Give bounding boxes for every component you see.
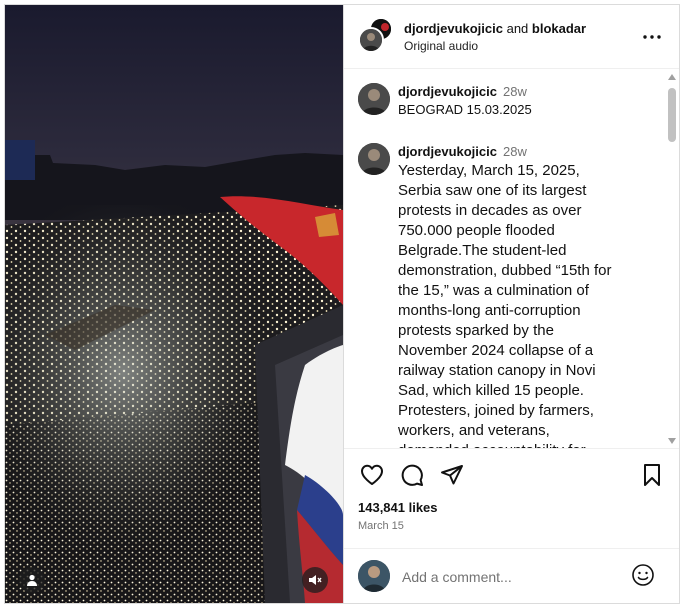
- current-user-avatar[interactable]: [358, 560, 390, 592]
- heart-icon: [360, 464, 384, 491]
- post-date[interactable]: March 15: [358, 520, 404, 532]
- comment-avatar[interactable]: [358, 143, 390, 175]
- comment-text: BEOGRAD 15.03.2025: [398, 102, 532, 117]
- user-tag-icon: [25, 573, 39, 587]
- author-link-1[interactable]: djordjevukojicic: [404, 21, 503, 36]
- comment-body: djordjevukojicic 28w Yesterday, March 15,…: [398, 143, 626, 448]
- comment-bubble-icon: [400, 463, 424, 492]
- comment-text: Yesterday, March 15, 2025, Serbia saw on…: [398, 162, 612, 448]
- like-button[interactable]: [358, 463, 386, 491]
- comment-item: djordjevukojicic 28w Yesterday, March 15,…: [358, 143, 658, 448]
- comment-timestamp[interactable]: 28w: [503, 144, 527, 159]
- collab-avatars[interactable]: [358, 17, 394, 53]
- comment-item: djordjevukojicic 28w BEOGRAD 15.03.2025: [358, 83, 658, 123]
- comment-username[interactable]: djordjevukojicic: [398, 84, 497, 99]
- comment-meta: djordjevukojicic 28w: [398, 143, 626, 161]
- post-dialog: djordjevukojicic and blokadar Original a…: [4, 4, 680, 604]
- author-link-2[interactable]: blokadar: [532, 21, 586, 36]
- speaker-muted-icon: [308, 573, 322, 587]
- audio-link[interactable]: Original audio: [404, 39, 478, 53]
- bookmark-icon: [642, 463, 662, 492]
- comment-body: djordjevukojicic 28w BEOGRAD 15.03.2025: [398, 83, 626, 119]
- more-options-button[interactable]: [640, 27, 664, 43]
- paper-plane-icon: [440, 463, 464, 492]
- post-authors: djordjevukojicic and blokadar: [404, 21, 586, 36]
- scrollbar-thumb[interactable]: [668, 88, 676, 142]
- more-horizontal-icon: [643, 26, 661, 44]
- emoji-button[interactable]: [631, 563, 655, 592]
- scroll-up-arrow-icon[interactable]: [668, 74, 676, 80]
- user-tag-button[interactable]: [19, 567, 45, 593]
- scroll-down-arrow-icon[interactable]: [668, 438, 676, 444]
- post-video[interactable]: [5, 5, 343, 603]
- comment-meta: djordjevukojicic 28w: [398, 83, 626, 101]
- comment-avatar[interactable]: [358, 83, 390, 115]
- save-button[interactable]: [638, 463, 666, 491]
- likes-count[interactable]: 143,841 likes: [358, 500, 438, 515]
- comment-timestamp[interactable]: 28w: [503, 84, 527, 99]
- authors-separator: and: [502, 21, 532, 36]
- avatar-djordjevukojicic[interactable]: [358, 27, 384, 53]
- comment-button[interactable]: [398, 463, 426, 491]
- post-header: djordjevukojicic and blokadar Original a…: [344, 5, 679, 69]
- comment-input[interactable]: [402, 567, 622, 587]
- comments-list[interactable]: djordjevukojicic 28w BEOGRAD 15.03.2025 d…: [344, 70, 679, 448]
- comment-username[interactable]: djordjevukojicic: [398, 144, 497, 159]
- emoji-icon: [631, 563, 655, 592]
- add-comment-bar: [344, 548, 679, 603]
- mute-button[interactable]: [302, 567, 328, 593]
- share-button[interactable]: [438, 463, 466, 491]
- post-details-panel: djordjevukojicic and blokadar Original a…: [343, 5, 679, 603]
- crowd-video-frame: [5, 5, 343, 603]
- post-actions: 143,841 likes March 15: [344, 448, 679, 548]
- comments-scrollbar[interactable]: [666, 70, 678, 448]
